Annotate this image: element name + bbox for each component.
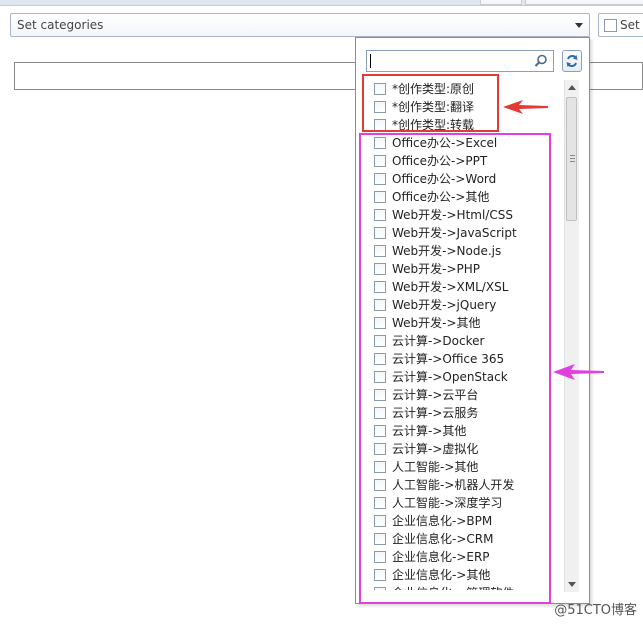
set-option-checkbox-field[interactable]: Set p	[598, 13, 643, 37]
category-select[interactable]: Set categories	[10, 13, 590, 37]
scroll-up-arrow-icon[interactable]	[568, 85, 576, 90]
checkbox[interactable]	[604, 19, 617, 32]
set-option-label: Set p	[620, 18, 643, 32]
scroll-down-arrow-icon[interactable]	[568, 582, 576, 587]
toolbar-tab-edge	[480, 0, 522, 5]
top-toolbar-strip	[0, 0, 643, 6]
chevron-down-icon[interactable]	[575, 23, 583, 28]
search-icon[interactable]	[533, 53, 549, 69]
list-scrollbar[interactable]	[564, 80, 579, 592]
category-select-placeholder: Set categories	[17, 18, 104, 32]
red-arrow-icon	[503, 100, 548, 114]
pink-arrow-icon	[553, 364, 604, 380]
red-highlight-box	[362, 74, 499, 132]
pink-highlight-box	[359, 133, 551, 604]
scroll-thumb[interactable]	[566, 97, 577, 221]
text-field[interactable]	[14, 62, 360, 90]
grip-line	[570, 155, 575, 156]
refresh-icon	[566, 55, 578, 67]
text-field-right[interactable]	[590, 62, 643, 90]
toolbar-tab-edge	[525, 0, 643, 5]
text-caret	[370, 54, 371, 68]
grip-line	[570, 158, 575, 159]
watermark: @51CTO博客	[554, 603, 637, 618]
refresh-button[interactable]	[562, 50, 582, 72]
search-input[interactable]	[366, 50, 554, 72]
grip-line	[570, 161, 575, 162]
